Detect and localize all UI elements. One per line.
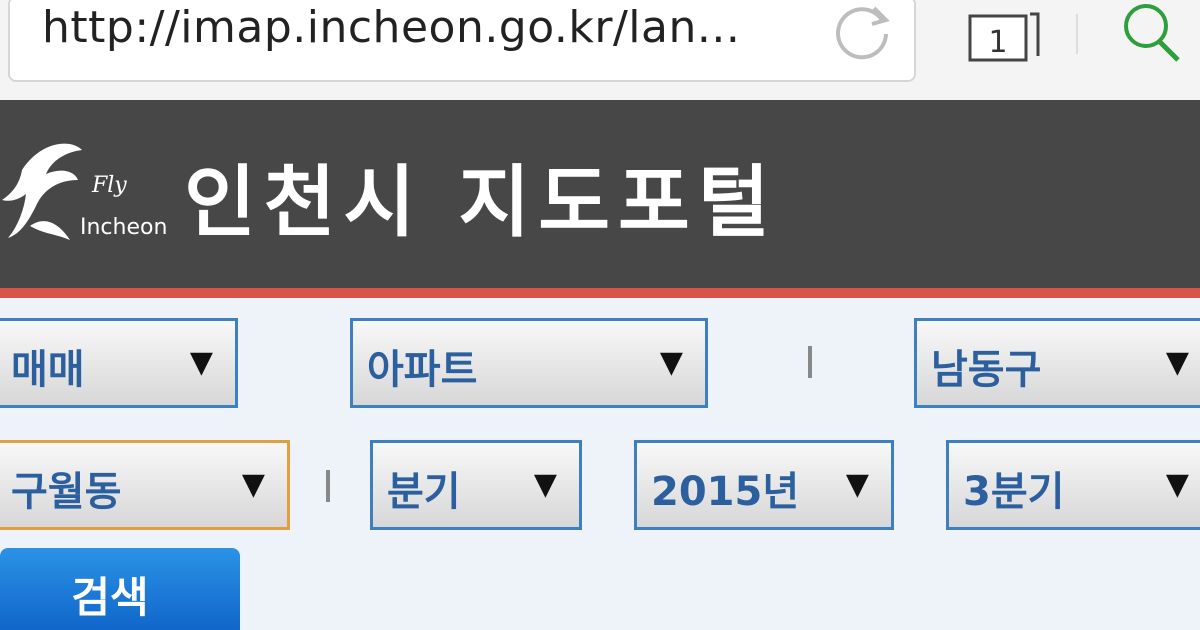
chevron-down-icon: ▼	[189, 345, 213, 380]
address-bar[interactable]: http://imap.incheon.go.kr/lan...	[8, 0, 916, 82]
reload-icon[interactable]	[830, 0, 894, 64]
period-type-value: 분기	[387, 469, 461, 515]
chevron-down-icon: ▼	[1165, 345, 1189, 380]
trade-type-value: 매매	[11, 347, 85, 393]
district-select[interactable]: 남동구 ▼	[914, 318, 1200, 408]
toolbar-divider	[1076, 14, 1078, 54]
building-type-value: 아파트	[367, 347, 478, 393]
year-select[interactable]: 2015년 ▼	[634, 440, 894, 530]
trade-type-select[interactable]: 매매 ▼	[0, 318, 238, 408]
chevron-down-icon: ▼	[533, 467, 557, 502]
year-value: 2015년	[651, 469, 800, 515]
url-text[interactable]: http://imap.incheon.go.kr/lan...	[42, 2, 740, 53]
period-type-select[interactable]: 분기 ▼	[370, 440, 582, 530]
search-button-label: 검색	[71, 573, 149, 622]
tabs-icon[interactable]: 1	[960, 8, 1044, 66]
district-value: 남동구	[931, 347, 1042, 393]
fly-incheon-logo[interactable]: Fly Incheon	[0, 130, 180, 260]
separator	[808, 346, 812, 378]
svg-text:Incheon: Incheon	[80, 215, 167, 240]
svg-text:Fly: Fly	[91, 173, 127, 198]
chevron-down-icon: ▼	[659, 345, 683, 380]
search-button[interactable]: 검색	[0, 548, 240, 630]
header-accent-line	[0, 288, 1200, 298]
chevron-down-icon: ▼	[1165, 467, 1189, 502]
building-type-select[interactable]: 아파트 ▼	[350, 318, 708, 408]
separator	[326, 470, 330, 502]
chevron-down-icon: ▼	[845, 467, 869, 502]
neighborhood-select[interactable]: 구월동 ▼	[0, 440, 290, 530]
browser-toolbar: http://imap.incheon.go.kr/lan... 1	[0, 0, 1200, 100]
quarter-value: 3분기	[963, 469, 1065, 515]
search-icon[interactable]	[1116, 0, 1186, 70]
quarter-select[interactable]: 3분기 ▼	[946, 440, 1200, 530]
tab-count: 1	[988, 25, 1007, 60]
site-title: 인천시 지도포털	[184, 158, 778, 248]
neighborhood-value: 구월동	[11, 469, 122, 515]
chevron-down-icon: ▼	[241, 467, 265, 502]
